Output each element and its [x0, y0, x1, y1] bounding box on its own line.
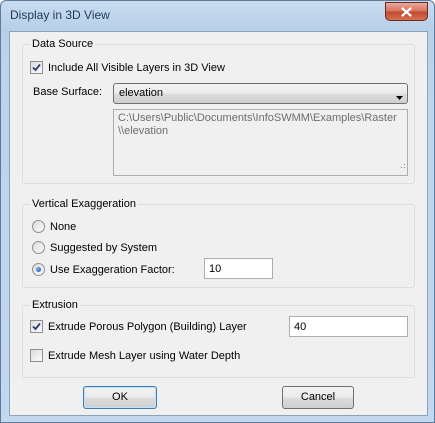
radio-suggested-by-system[interactable] — [32, 241, 45, 254]
extrusion-group-label: Extrusion — [30, 299, 80, 311]
radio-selected-dot — [36, 267, 41, 272]
window-title: Display in 3D View — [10, 8, 110, 22]
chevron-down-icon — [396, 91, 403, 103]
resize-grip-icon[interactable] — [398, 161, 406, 174]
checkmark-icon — [32, 322, 41, 331]
checkmark-icon — [32, 63, 41, 72]
vertical-exaggeration-group-label: Vertical Exaggeration — [30, 198, 138, 210]
radio-none[interactable] — [32, 220, 45, 233]
data-source-group-label: Data Source — [30, 38, 96, 50]
dialog-client-area: Data Source Include All Visible Layers i… — [9, 31, 428, 416]
base-surface-path-text: C:\Users\Public\Documents\InfoSWMM\Examp… — [118, 112, 397, 137]
radio-use-exaggeration-factor[interactable] — [32, 263, 45, 276]
base-surface-dropdown[interactable]: elevation — [113, 83, 408, 104]
vertical-exaggeration-group: Vertical Exaggeration None Suggested by … — [22, 198, 415, 288]
extrude-porous-polygon-label[interactable]: Extrude Porous Polygon (Building) Layer — [48, 321, 247, 333]
close-icon — [401, 6, 412, 17]
data-source-group: Data Source Include All Visible Layers i… — [22, 38, 415, 184]
extrusion-height-input[interactable] — [289, 316, 408, 337]
extrude-mesh-layer-checkbox[interactable] — [30, 349, 43, 362]
ok-button[interactable]: OK — [83, 386, 157, 409]
base-surface-path: C:\Users\Public\Documents\InfoSWMM\Examp… — [113, 109, 408, 176]
dialog-window: Display in 3D View Data Source Include A… — [0, 0, 435, 423]
extrude-porous-polygon-checkbox[interactable] — [30, 320, 43, 333]
include-all-visible-checkbox[interactable] — [30, 61, 43, 74]
base-surface-value: elevation — [119, 87, 164, 99]
radio-suggested-label[interactable]: Suggested by System — [50, 242, 157, 254]
exaggeration-factor-input[interactable] — [204, 258, 273, 279]
extrusion-group: Extrusion Extrude Porous Polygon (Buildi… — [22, 299, 415, 378]
include-all-visible-label[interactable]: Include All Visible Layers in 3D View — [48, 62, 225, 74]
radio-use-factor-label[interactable]: Use Exaggeration Factor: — [50, 264, 175, 276]
radio-none-label[interactable]: None — [50, 221, 76, 233]
cancel-button[interactable]: Cancel — [282, 386, 354, 409]
title-bar[interactable]: Display in 3D View — [1, 1, 434, 29]
base-surface-label: Base Surface: — [33, 86, 103, 98]
extrude-mesh-layer-label[interactable]: Extrude Mesh Layer using Water Depth — [48, 350, 240, 362]
close-button[interactable] — [385, 2, 428, 21]
